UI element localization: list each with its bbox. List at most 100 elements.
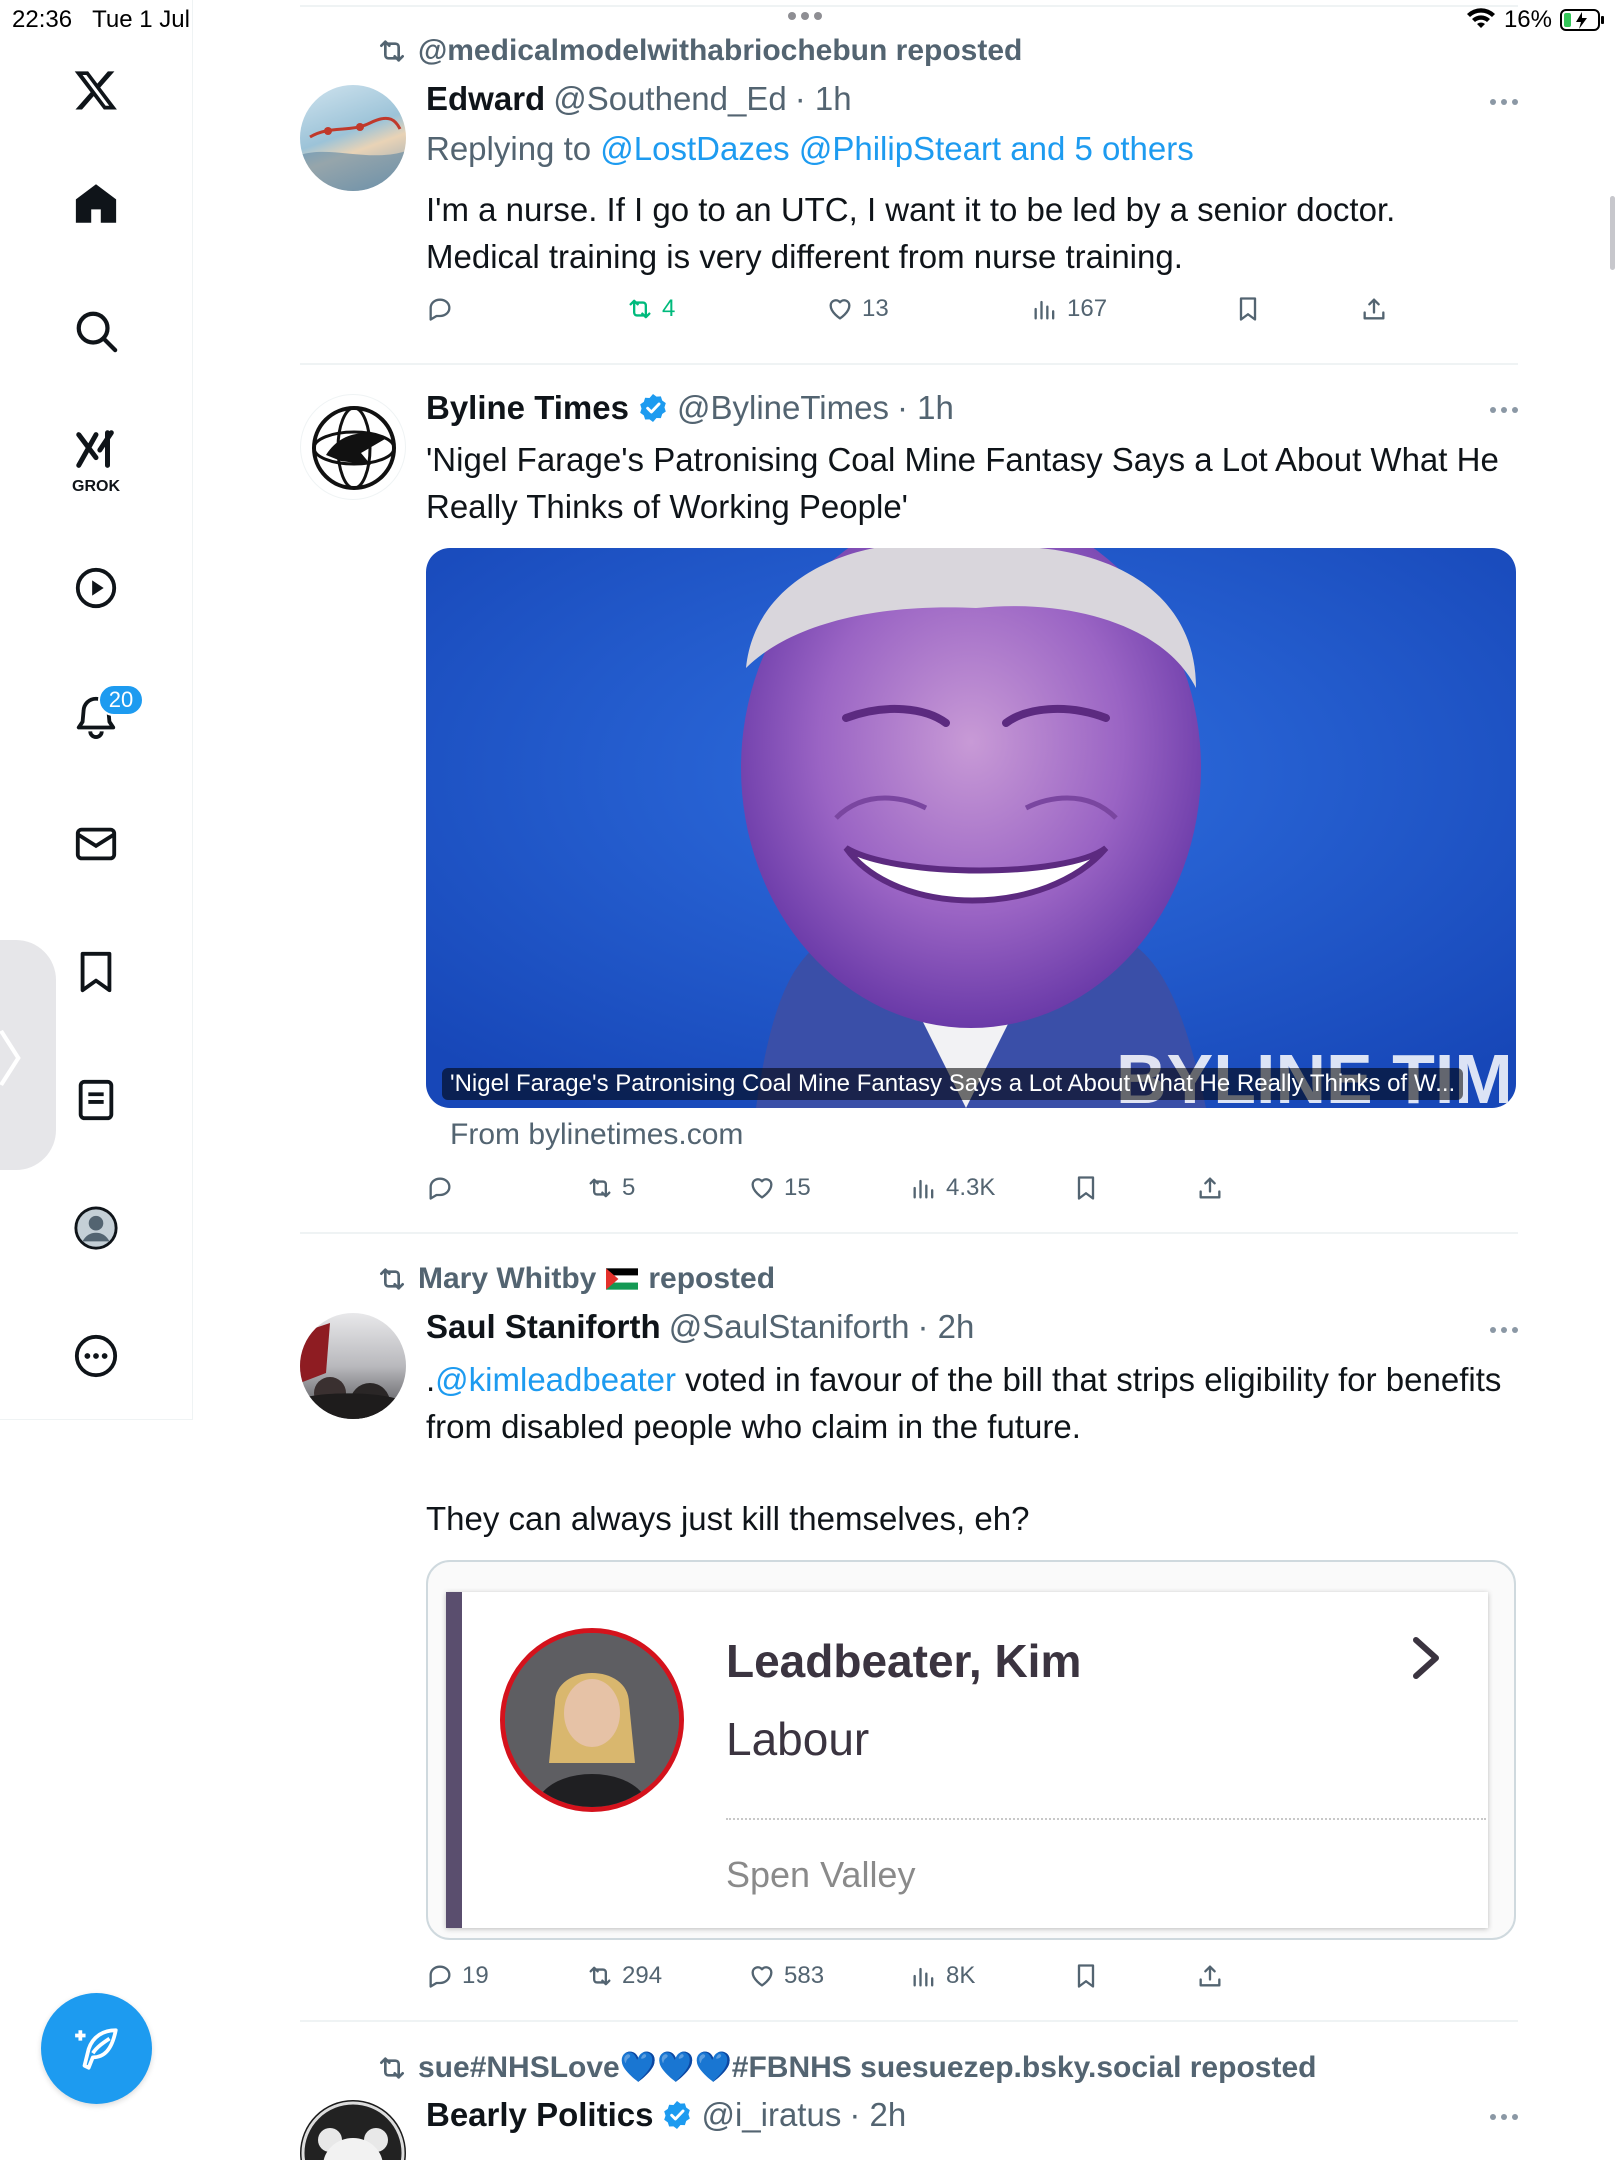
repost-count: 4 <box>662 295 676 322</box>
heart-icon <box>829 299 851 320</box>
avatar[interactable] <box>300 85 406 191</box>
nav-lists[interactable] <box>60 1064 132 1136</box>
post-actions: 19 294 583 8K <box>426 1962 1516 1998</box>
views-button[interactable]: 4.3K <box>910 1174 995 1202</box>
views-chart-icon <box>1034 300 1055 320</box>
repost-icon <box>380 2056 404 2079</box>
author-handle[interactable]: @Southend_Ed <box>553 80 787 118</box>
post-time[interactable]: · 2h <box>917 1308 974 1346</box>
nav-messages[interactable] <box>60 808 132 880</box>
scroll-indicator[interactable] <box>1610 196 1615 270</box>
heart-icon <box>751 1178 773 1199</box>
nav-video[interactable] <box>60 552 132 624</box>
link-card-image[interactable]: BYLINE TIMES 'Nigel Farage's Patronising… <box>426 548 1516 1108</box>
mp-party: Labour <box>726 1713 870 1765</box>
repost-icon <box>380 40 404 62</box>
repost-button[interactable]: 5 <box>586 1174 635 1202</box>
x-logo-icon <box>74 71 117 110</box>
nav-profile[interactable] <box>60 1192 132 1264</box>
verified-badge-icon <box>664 2101 691 2129</box>
avatar[interactable] <box>300 394 406 500</box>
home-icon <box>75 184 117 223</box>
like-button[interactable]: 15 <box>748 1174 811 1202</box>
bookmark-button[interactable] <box>1072 1962 1100 1990</box>
repost-count: 294 <box>622 1962 663 1989</box>
views-button[interactable]: 8K <box>910 1962 975 1990</box>
post-more-button[interactable] <box>1490 2114 1518 2120</box>
reply-targets-link[interactable]: @LostDazes @PhilipSteart and 5 others <box>600 130 1193 167</box>
lists-icon <box>78 1079 114 1121</box>
repost-context: Mary Whitby reposted <box>376 1262 775 1296</box>
mention-link[interactable]: @kimleadbeater <box>435 1361 676 1398</box>
like-button[interactable]: 13 <box>826 295 889 323</box>
wifi-icon <box>1466 8 1495 28</box>
notifications-badge: 20 <box>98 684 144 716</box>
repost-context: @medicalmodelwithabriochebun reposted <box>376 34 1022 68</box>
post-time[interactable]: · 2h <box>849 2096 906 2134</box>
battery-percent: 16% <box>1503 6 1552 33</box>
views-button[interactable]: 167 <box>1031 295 1107 323</box>
reply-button[interactable] <box>426 295 462 323</box>
author-handle[interactable]: @BylineTimes <box>677 389 889 427</box>
grok-icon <box>76 430 114 468</box>
nav-search[interactable] <box>60 295 132 367</box>
reply-button[interactable]: 19 <box>426 1962 489 1990</box>
portrait-image <box>505 1633 679 1807</box>
messages-icon <box>75 827 117 861</box>
link-card-caption: 'Nigel Farage's Patronising Coal Mine Fa… <box>442 1068 1464 1100</box>
post-more-button[interactable] <box>1490 99 1518 105</box>
share-button[interactable] <box>1196 1962 1224 1990</box>
reply-button[interactable] <box>426 1174 462 1202</box>
left-navigation: GROK 20 <box>0 0 193 1420</box>
repost-icon <box>589 1178 611 1198</box>
avatar[interactable] <box>300 2100 406 2160</box>
multitasking-handle[interactable] <box>788 12 822 20</box>
post-actions: 5 15 4.3K <box>426 1174 1516 1210</box>
avatar[interactable] <box>300 1313 406 1419</box>
share-icon <box>1199 1177 1221 1199</box>
share-button[interactable] <box>1196 1174 1224 1202</box>
post-text: 'Nigel Farage's Patronising Coal Mine Fa… <box>426 441 1499 525</box>
reply-icon <box>429 298 451 321</box>
repost-button[interactable]: 294 <box>586 1962 662 1990</box>
nav-x-logo[interactable] <box>60 54 132 126</box>
nav-bookmarks[interactable] <box>60 936 132 1008</box>
bookmark-button[interactable] <box>1072 1174 1100 1202</box>
author-name[interactable]: Edward <box>426 80 545 118</box>
link-source[interactable]: From bylinetimes.com <box>450 1118 743 1152</box>
compose-feather-icon <box>74 2027 118 2070</box>
search-icon <box>76 311 118 353</box>
bookmark-icon <box>1077 1964 1095 1988</box>
nav-more[interactable] <box>60 1320 132 1392</box>
repost-button[interactable]: 4 <box>626 295 675 323</box>
post-more-button[interactable] <box>1490 1327 1518 1333</box>
author-handle[interactable]: @i_iratus <box>701 2096 841 2134</box>
author-name[interactable]: Saul Staniforth <box>426 1308 661 1346</box>
author-handle[interactable]: @SaulStaniforth <box>669 1308 910 1346</box>
author-name[interactable]: Bearly Politics <box>426 2096 653 2134</box>
sidebar-slideover-tab[interactable]: 〉 <box>0 940 56 1170</box>
share-button[interactable] <box>1360 295 1388 323</box>
nav-home[interactable] <box>60 168 132 240</box>
repost-by: Mary Whitby <box>418 1262 597 1295</box>
like-button[interactable]: 583 <box>748 1962 824 1990</box>
author-line: Bearly Politics @i_iratus · 2h <box>426 2096 906 2134</box>
post-time[interactable]: · 1h <box>795 80 852 118</box>
verified-badge-icon <box>640 394 666 422</box>
embedded-image-card[interactable]: Leadbeater, Kim Labour Spen Valley <box>426 1560 1516 1940</box>
author-name[interactable]: Byline Times <box>426 389 629 427</box>
bookmark-button[interactable] <box>1234 295 1262 323</box>
profile-icon <box>74 1206 118 1250</box>
compose-post-button[interactable] <box>41 1993 152 2104</box>
post-more-button[interactable] <box>1490 407 1518 413</box>
bookmark-icon <box>1077 1176 1095 1200</box>
mp-name: Leadbeater, Kim <box>726 1635 1082 1687</box>
post-text-second-paragraph: They can always just kill themselves, eh… <box>426 1500 1030 1537</box>
post-actions: 4 13 167 <box>426 295 1516 331</box>
repost-by: @medicalmodelwithabriochebun reposted <box>418 34 1023 67</box>
like-count: 13 <box>862 295 889 322</box>
post-text: I'm a nurse. If I go to an UTC, I want i… <box>426 191 1396 275</box>
nav-grok[interactable] <box>60 414 132 486</box>
post-time[interactable]: · 1h <box>897 389 954 427</box>
repost-suffix: reposted <box>648 1262 776 1295</box>
